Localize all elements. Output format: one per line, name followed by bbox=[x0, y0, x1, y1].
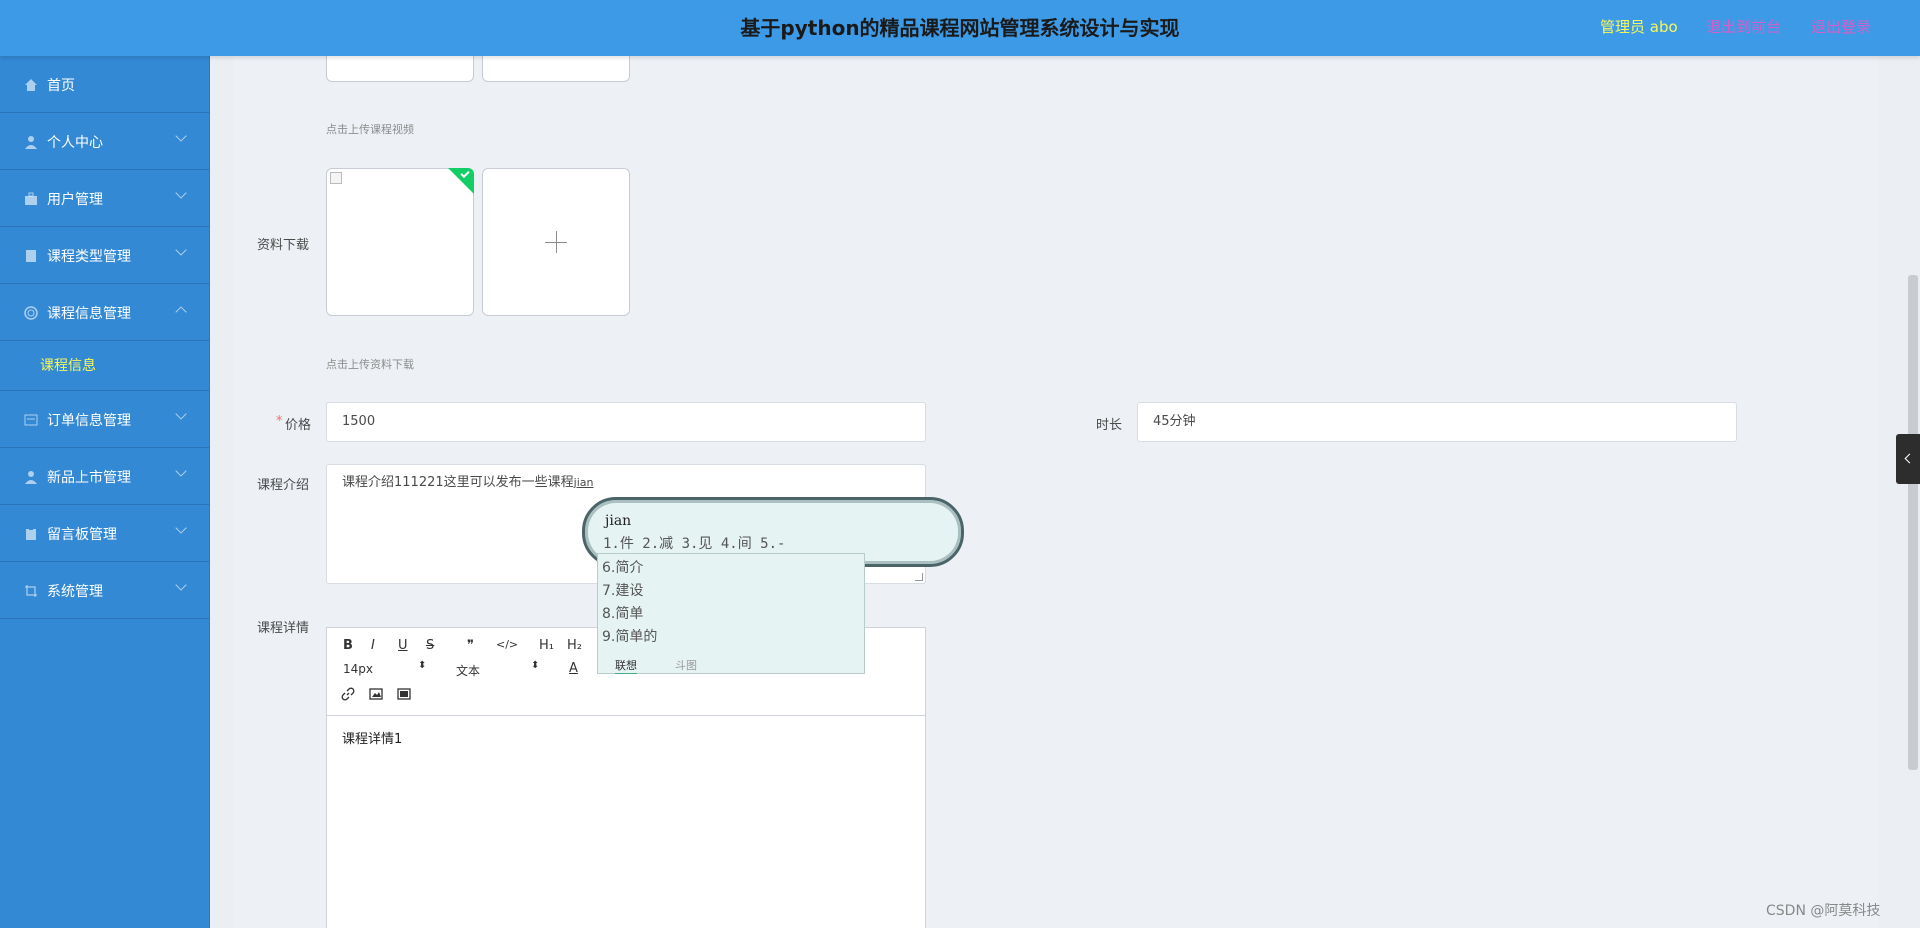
h1-button[interactable]: H₁ bbox=[539, 638, 554, 653]
admin-label: 管理员 abo bbox=[1600, 18, 1678, 36]
required-mark: * bbox=[276, 414, 283, 429]
broken-image-icon bbox=[330, 172, 342, 184]
sidebar-item-message-board[interactable]: 留言板管理 bbox=[0, 505, 209, 562]
bold-button[interactable]: B bbox=[343, 638, 353, 653]
video-upload-thumb[interactable] bbox=[326, 56, 474, 82]
font-color-button[interactable]: A bbox=[569, 661, 578, 676]
user-icon bbox=[25, 471, 37, 484]
intro-composing-text: jian bbox=[573, 476, 594, 489]
page-scrollbar[interactable] bbox=[1908, 275, 1918, 770]
circle-icon bbox=[24, 306, 38, 320]
sidebar-item-label: 课程信息管理 bbox=[47, 306, 131, 322]
ime-candidate[interactable]: 8.简单 bbox=[602, 603, 643, 623]
detail-label: 课程详情 bbox=[257, 621, 310, 636]
image-icon[interactable] bbox=[369, 687, 383, 701]
font-size-select[interactable]: 14px bbox=[343, 662, 373, 676]
download-label: 资料下载 bbox=[257, 238, 310, 253]
clipboard-icon bbox=[26, 528, 36, 540]
select-arrows-icon: ⬍ bbox=[418, 660, 427, 671]
ime-candidate[interactable]: 9.简单的 bbox=[602, 626, 657, 646]
price-label: 价格 bbox=[285, 418, 312, 433]
sidebar-subitem-label: 课程信息 bbox=[40, 358, 96, 374]
plus-icon-vertical bbox=[556, 231, 557, 253]
intro-text: 课程介绍111221这里可以发布一些课程 bbox=[342, 475, 574, 490]
sidebar-item-label: 新品上市管理 bbox=[47, 470, 131, 486]
ime-pinyin: jian bbox=[605, 513, 632, 529]
logout-link[interactable]: 退出登录 bbox=[1811, 16, 1871, 37]
resize-handle[interactable] bbox=[915, 573, 923, 581]
chevron-down-icon bbox=[175, 130, 187, 142]
ime-tab-meme[interactable]: 斗图 bbox=[675, 657, 697, 673]
chevron-down-icon bbox=[175, 465, 187, 477]
download-upload-add[interactable] bbox=[482, 168, 630, 316]
sidebar-item-label: 留言板管理 bbox=[47, 527, 117, 543]
side-panel-toggle[interactable] bbox=[1896, 434, 1920, 484]
duration-input[interactable]: 45分钟 bbox=[1137, 402, 1737, 442]
duration-label: 时长 bbox=[1096, 418, 1123, 433]
chevron-down-icon bbox=[175, 408, 187, 420]
intro-label: 课程介绍 bbox=[257, 478, 310, 493]
sidebar: 首页 个人中心 用户管理 课程类型管理 课程信息管理 课程信息 订单信息管理 新… bbox=[0, 56, 210, 928]
chevron-left-icon bbox=[1904, 453, 1915, 464]
video-icon[interactable] bbox=[397, 687, 411, 701]
sidebar-item-course-type[interactable]: 课程类型管理 bbox=[0, 227, 209, 284]
ime-candidate[interactable]: 7.建设 bbox=[602, 580, 643, 600]
strike-button[interactable]: S bbox=[426, 638, 434, 653]
sidebar-item-label: 首页 bbox=[47, 78, 75, 94]
video-upload-hint: 点击上传课程视频 bbox=[326, 123, 414, 136]
sidebar-item-label: 个人中心 bbox=[47, 135, 103, 151]
sidebar-item-new-products[interactable]: 新品上市管理 bbox=[0, 448, 209, 505]
link-icon[interactable] bbox=[341, 687, 355, 701]
chevron-down-icon bbox=[175, 579, 187, 591]
sidebar-item-label: 系统管理 bbox=[47, 584, 103, 600]
chevron-down-icon bbox=[175, 522, 187, 534]
book-icon bbox=[26, 250, 36, 262]
font-type-select[interactable]: 文本 bbox=[456, 662, 480, 679]
italic-button[interactable]: I bbox=[371, 638, 375, 653]
ime-candidate-list: 6.简介 7.建设 8.简单 9.简单的 联想 斗图 bbox=[597, 553, 865, 674]
sidebar-item-system[interactable]: 系统管理 bbox=[0, 562, 209, 619]
sidebar-item-label: 订单信息管理 bbox=[47, 413, 131, 429]
briefcase-icon bbox=[25, 192, 37, 205]
exit-to-front-link[interactable]: 退出到前台 bbox=[1706, 16, 1781, 37]
user-icon bbox=[25, 136, 37, 149]
h2-button[interactable]: H₂ bbox=[567, 638, 582, 653]
download-upload-hint: 点击上传资料下载 bbox=[326, 358, 414, 371]
sidebar-item-orders[interactable]: 订单信息管理 bbox=[0, 391, 209, 448]
quote-button[interactable]: ❞ bbox=[467, 638, 474, 653]
ime-tab-association[interactable]: 联想 bbox=[615, 657, 637, 674]
sidebar-item-personal[interactable]: 个人中心 bbox=[0, 113, 209, 170]
home-icon bbox=[25, 79, 37, 91]
chevron-down-icon bbox=[175, 187, 187, 199]
ime-candidates[interactable]: 1.件 2.减 3.见 4.间 5.- bbox=[603, 533, 785, 553]
top-header: 基于python的精品课程网站管理系统设计与实现 管理员 abo 退出到前台 退… bbox=[0, 0, 1920, 56]
sidebar-item-label: 课程类型管理 bbox=[47, 249, 131, 265]
upload-success-badge bbox=[448, 168, 474, 194]
watermark: CSDN @阿莫科技 bbox=[1766, 903, 1881, 919]
editor-content[interactable]: 课程详情1 bbox=[342, 728, 402, 747]
video-upload-add[interactable] bbox=[482, 56, 630, 82]
underline-button[interactable]: U bbox=[398, 638, 408, 653]
crop-icon bbox=[25, 585, 37, 597]
order-icon bbox=[24, 414, 38, 426]
sidebar-item-label: 用户管理 bbox=[47, 192, 103, 208]
price-input[interactable]: 1500 bbox=[326, 402, 926, 442]
sidebar-item-home[interactable]: 首页 bbox=[0, 56, 209, 113]
chevron-down-icon bbox=[175, 244, 187, 256]
ime-candidate[interactable]: 6.简介 bbox=[602, 557, 643, 577]
sidebar-item-users[interactable]: 用户管理 bbox=[0, 170, 209, 227]
select-arrows-icon: ⬍ bbox=[531, 660, 540, 671]
sidebar-item-course-info[interactable]: 课程信息管理 bbox=[0, 284, 209, 341]
chevron-up-icon bbox=[175, 306, 187, 318]
sidebar-subitem-course-info[interactable]: 课程信息 bbox=[0, 341, 209, 391]
code-button[interactable]: </> bbox=[496, 638, 518, 651]
download-upload-thumb[interactable] bbox=[326, 168, 474, 316]
